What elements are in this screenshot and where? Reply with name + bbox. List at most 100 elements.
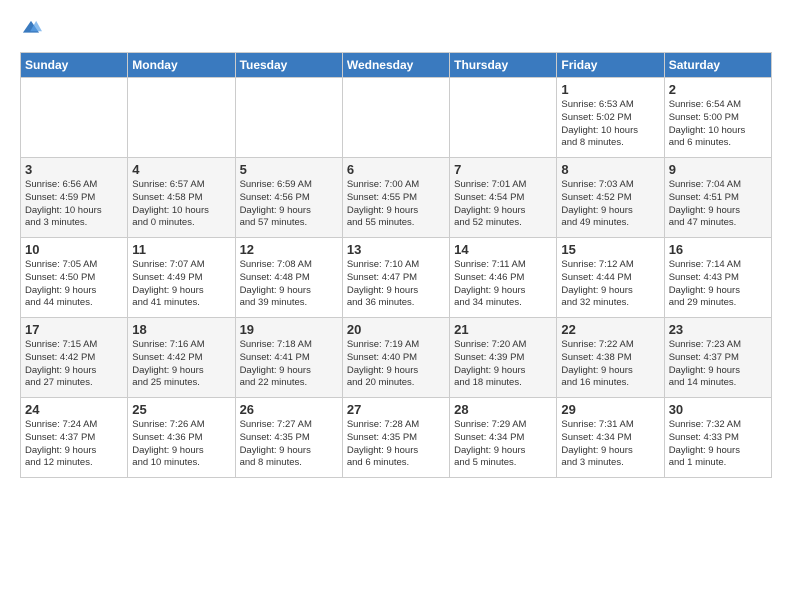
day-cell: 29 Sunrise: 7:31 AM Sunset: 4:34 PM Dayli… <box>557 398 664 478</box>
day-info: Sunrise: 7:03 AM Sunset: 4:52 PM Dayligh… <box>561 179 659 230</box>
day-cell <box>342 78 449 158</box>
header-thursday: Thursday <box>450 53 557 78</box>
day-cell <box>450 78 557 158</box>
day-cell: 19 Sunrise: 7:18 AM Sunset: 4:41 PM Dayli… <box>235 318 342 398</box>
day-info: Sunrise: 7:07 AM Sunset: 4:49 PM Dayligh… <box>132 259 230 310</box>
calendar-header: SundayMondayTuesdayWednesdayThursdayFrid… <box>21 53 772 78</box>
day-number: 19 <box>240 322 338 337</box>
day-number: 10 <box>25 242 123 257</box>
day-cell: 13 Sunrise: 7:10 AM Sunset: 4:47 PM Dayli… <box>342 238 449 318</box>
day-cell: 28Sunrise: 7:29 AM Sunset: 4:34 PM Dayli… <box>450 398 557 478</box>
day-info: Sunrise: 6:57 AM Sunset: 4:58 PM Dayligh… <box>132 179 230 230</box>
day-number: 12 <box>240 242 338 257</box>
day-info: Sunrise: 7:22 AM Sunset: 4:38 PM Dayligh… <box>561 339 659 390</box>
day-number: 9 <box>669 162 767 177</box>
day-number: 16 <box>669 242 767 257</box>
header-sunday: Sunday <box>21 53 128 78</box>
day-info: Sunrise: 7:31 AM Sunset: 4:34 PM Dayligh… <box>561 419 659 470</box>
day-cell: 1 Sunrise: 6:53 AM Sunset: 5:02 PM Daylig… <box>557 78 664 158</box>
week-row-3: 17 Sunrise: 7:15 AM Sunset: 4:42 PM Dayli… <box>21 318 772 398</box>
day-number: 25 <box>132 402 230 417</box>
day-number: 23 <box>669 322 767 337</box>
logo <box>20 18 46 40</box>
day-cell: 22 Sunrise: 7:22 AM Sunset: 4:38 PM Dayli… <box>557 318 664 398</box>
header-monday: Monday <box>128 53 235 78</box>
day-info: Sunrise: 7:18 AM Sunset: 4:41 PM Dayligh… <box>240 339 338 390</box>
day-info: Sunrise: 7:01 AM Sunset: 4:54 PM Dayligh… <box>454 179 552 230</box>
header-wednesday: Wednesday <box>342 53 449 78</box>
week-row-1: 3 Sunrise: 6:56 AM Sunset: 4:59 PM Daylig… <box>21 158 772 238</box>
day-cell <box>128 78 235 158</box>
day-cell: 27 Sunrise: 7:28 AM Sunset: 4:35 PM Dayli… <box>342 398 449 478</box>
day-number: 17 <box>25 322 123 337</box>
day-cell: 11 Sunrise: 7:07 AM Sunset: 4:49 PM Dayli… <box>128 238 235 318</box>
day-number: 21 <box>454 322 552 337</box>
day-cell: 15Sunrise: 7:12 AM Sunset: 4:44 PM Dayli… <box>557 238 664 318</box>
day-number: 30 <box>669 402 767 417</box>
day-info: Sunrise: 6:59 AM Sunset: 4:56 PM Dayligh… <box>240 179 338 230</box>
day-cell: 8Sunrise: 7:03 AM Sunset: 4:52 PM Daylig… <box>557 158 664 238</box>
calendar-body: 1 Sunrise: 6:53 AM Sunset: 5:02 PM Daylig… <box>21 78 772 478</box>
day-info: Sunrise: 6:56 AM Sunset: 4:59 PM Dayligh… <box>25 179 123 230</box>
day-cell: 14 Sunrise: 7:11 AM Sunset: 4:46 PM Dayli… <box>450 238 557 318</box>
day-cell: 6 Sunrise: 7:00 AM Sunset: 4:55 PM Daylig… <box>342 158 449 238</box>
day-cell <box>21 78 128 158</box>
day-number: 22 <box>561 322 659 337</box>
day-cell: 3 Sunrise: 6:56 AM Sunset: 4:59 PM Daylig… <box>21 158 128 238</box>
day-number: 6 <box>347 162 445 177</box>
day-cell: 10 Sunrise: 7:05 AM Sunset: 4:50 PM Dayli… <box>21 238 128 318</box>
day-info: Sunrise: 7:26 AM Sunset: 4:36 PM Dayligh… <box>132 419 230 470</box>
day-number: 13 <box>347 242 445 257</box>
week-row-0: 1 Sunrise: 6:53 AM Sunset: 5:02 PM Daylig… <box>21 78 772 158</box>
day-info: Sunrise: 7:23 AM Sunset: 4:37 PM Dayligh… <box>669 339 767 390</box>
day-number: 5 <box>240 162 338 177</box>
day-info: Sunrise: 7:14 AM Sunset: 4:43 PM Dayligh… <box>669 259 767 310</box>
header <box>20 18 772 40</box>
day-info: Sunrise: 7:27 AM Sunset: 4:35 PM Dayligh… <box>240 419 338 470</box>
day-info: Sunrise: 7:15 AM Sunset: 4:42 PM Dayligh… <box>25 339 123 390</box>
day-number: 4 <box>132 162 230 177</box>
day-info: Sunrise: 7:12 AM Sunset: 4:44 PM Dayligh… <box>561 259 659 310</box>
day-cell: 24 Sunrise: 7:24 AM Sunset: 4:37 PM Dayli… <box>21 398 128 478</box>
day-info: Sunrise: 7:04 AM Sunset: 4:51 PM Dayligh… <box>669 179 767 230</box>
day-info: Sunrise: 7:19 AM Sunset: 4:40 PM Dayligh… <box>347 339 445 390</box>
day-number: 1 <box>561 82 659 97</box>
day-cell: 21 Sunrise: 7:20 AM Sunset: 4:39 PM Dayli… <box>450 318 557 398</box>
day-info: Sunrise: 6:53 AM Sunset: 5:02 PM Dayligh… <box>561 99 659 150</box>
day-info: Sunrise: 7:00 AM Sunset: 4:55 PM Dayligh… <box>347 179 445 230</box>
day-number: 27 <box>347 402 445 417</box>
day-number: 18 <box>132 322 230 337</box>
day-info: Sunrise: 7:10 AM Sunset: 4:47 PM Dayligh… <box>347 259 445 310</box>
day-cell: 7Sunrise: 7:01 AM Sunset: 4:54 PM Daylig… <box>450 158 557 238</box>
day-info: Sunrise: 7:32 AM Sunset: 4:33 PM Dayligh… <box>669 419 767 470</box>
day-info: Sunrise: 7:20 AM Sunset: 4:39 PM Dayligh… <box>454 339 552 390</box>
day-number: 28 <box>454 402 552 417</box>
day-number: 14 <box>454 242 552 257</box>
day-info: Sunrise: 7:28 AM Sunset: 4:35 PM Dayligh… <box>347 419 445 470</box>
day-cell: 26 Sunrise: 7:27 AM Sunset: 4:35 PM Dayli… <box>235 398 342 478</box>
day-cell: 17 Sunrise: 7:15 AM Sunset: 4:42 PM Dayli… <box>21 318 128 398</box>
day-info: Sunrise: 7:16 AM Sunset: 4:42 PM Dayligh… <box>132 339 230 390</box>
day-info: Sunrise: 7:11 AM Sunset: 4:46 PM Dayligh… <box>454 259 552 310</box>
header-friday: Friday <box>557 53 664 78</box>
header-saturday: Saturday <box>664 53 771 78</box>
day-number: 26 <box>240 402 338 417</box>
day-info: Sunrise: 7:05 AM Sunset: 4:50 PM Dayligh… <box>25 259 123 310</box>
page: SundayMondayTuesdayWednesdayThursdayFrid… <box>0 0 792 488</box>
day-cell: 5 Sunrise: 6:59 AM Sunset: 4:56 PM Daylig… <box>235 158 342 238</box>
day-cell: 30 Sunrise: 7:32 AM Sunset: 4:33 PM Dayli… <box>664 398 771 478</box>
day-info: Sunrise: 7:24 AM Sunset: 4:37 PM Dayligh… <box>25 419 123 470</box>
day-number: 29 <box>561 402 659 417</box>
day-cell: 25 Sunrise: 7:26 AM Sunset: 4:36 PM Dayli… <box>128 398 235 478</box>
week-row-2: 10 Sunrise: 7:05 AM Sunset: 4:50 PM Dayli… <box>21 238 772 318</box>
day-number: 24 <box>25 402 123 417</box>
day-number: 11 <box>132 242 230 257</box>
day-cell: 23 Sunrise: 7:23 AM Sunset: 4:37 PM Dayli… <box>664 318 771 398</box>
day-number: 2 <box>669 82 767 97</box>
calendar: SundayMondayTuesdayWednesdayThursdayFrid… <box>20 52 772 478</box>
day-number: 20 <box>347 322 445 337</box>
week-row-4: 24 Sunrise: 7:24 AM Sunset: 4:37 PM Dayli… <box>21 398 772 478</box>
day-number: 3 <box>25 162 123 177</box>
header-tuesday: Tuesday <box>235 53 342 78</box>
day-cell: 20 Sunrise: 7:19 AM Sunset: 4:40 PM Dayli… <box>342 318 449 398</box>
